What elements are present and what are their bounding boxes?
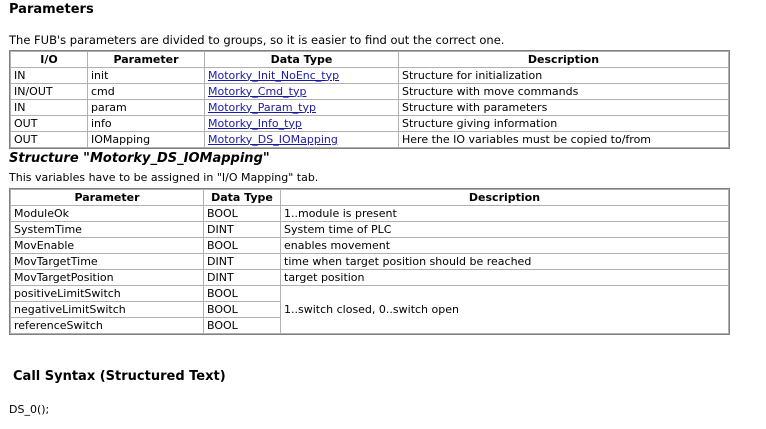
data-type-cell: BOOL	[203, 301, 281, 318]
table-row: IN init Motorky_Init_NoEnc_typ Structure…	[10, 67, 729, 84]
data-type-cell: DINT	[203, 221, 281, 238]
column-header-description: Description	[280, 189, 729, 206]
description-cell: enables movement	[280, 237, 729, 254]
description-cell: time when target position should be reac…	[280, 253, 729, 270]
data-type-cell: DINT	[203, 253, 281, 270]
parameter-cell: MovTargetPosition	[10, 269, 204, 286]
column-header-description: Description	[398, 51, 729, 68]
structure-intro: This variables have to be assigned in "I…	[9, 171, 319, 184]
merged-description-cell: 1..switch closed, 0..switch open	[280, 285, 729, 334]
description-cell: Structure for initialization	[398, 67, 729, 84]
structure-title: Structure "Motorky_DS_IOMapping"	[9, 151, 270, 166]
parameter-cell: MovEnable	[10, 237, 204, 254]
data-type-link[interactable]: Motorky_Init_NoEnc_typ	[208, 69, 339, 82]
data-type-link[interactable]: Motorky_Param_typ	[208, 101, 316, 114]
parameter-cell: info	[87, 115, 205, 132]
table-row: MovTargetPosition DINT target position	[10, 269, 729, 286]
table-row: SystemTime DINT System time of PLC	[10, 221, 729, 238]
call-syntax-heading: Call Syntax (Structured Text)	[13, 369, 226, 384]
parameters-intro: The FUB's parameters are divided to grou…	[9, 33, 505, 47]
description-cell: Structure giving information	[398, 115, 729, 132]
parameter-cell: SystemTime	[10, 221, 204, 238]
data-type-cell: BOOL	[203, 205, 281, 222]
column-header-parameter: Parameter	[10, 189, 204, 206]
table-header-row: Parameter Data Type Description	[10, 189, 729, 206]
parameter-cell: cmd	[87, 83, 205, 100]
description-cell: System time of PLC	[280, 221, 729, 238]
parameter-cell: param	[87, 99, 205, 116]
table-row: positiveLimitSwitch BOOL 1..switch close…	[10, 285, 729, 334]
parameter-cell: init	[87, 67, 205, 84]
parameters-heading: Parameters	[9, 2, 94, 17]
table-row: OUT IOMapping Motorky_DS_IOMapping Here …	[10, 131, 729, 148]
structure-table: Parameter Data Type Description ModuleOk…	[9, 188, 730, 335]
parameters-table: I/O Parameter Data Type Description IN i…	[9, 50, 730, 149]
parameter-cell: referenceSwitch	[10, 317, 204, 334]
data-type-cell: BOOL	[203, 285, 281, 302]
io-cell: OUT	[10, 131, 88, 148]
data-type-link[interactable]: Motorky_Info_typ	[208, 117, 302, 130]
description-cell: Here the IO variables must be copied to/…	[398, 131, 729, 148]
column-header-parameter: Parameter	[87, 51, 205, 68]
description-cell: 1..module is present	[280, 205, 729, 222]
parameter-cell: MovTargetTime	[10, 253, 204, 270]
data-type-cell: BOOL	[203, 237, 281, 254]
io-cell: IN/OUT	[10, 83, 88, 100]
table-row: MovTargetTime DINT time when target posi…	[10, 253, 729, 270]
data-type-cell: BOOL	[203, 317, 281, 334]
parameter-cell: positiveLimitSwitch	[10, 285, 204, 302]
data-type-link[interactable]: Motorky_DS_IOMapping	[208, 133, 338, 146]
data-type-link[interactable]: Motorky_Cmd_typ	[208, 85, 306, 98]
io-cell: OUT	[10, 115, 88, 132]
data-type-cell: DINT	[203, 269, 281, 286]
io-cell: IN	[10, 99, 88, 116]
table-row: IN param Motorky_Param_typ Structure wit…	[10, 99, 729, 116]
parameter-cell: negativeLimitSwitch	[10, 301, 204, 318]
table-row: IN/OUT cmd Motorky_Cmd_typ Structure wit…	[10, 83, 729, 100]
table-row: MovEnable BOOL enables movement	[10, 237, 729, 254]
column-header-data-type: Data Type	[203, 189, 281, 206]
parameter-cell: IOMapping	[87, 131, 205, 148]
column-header-data-type: Data Type	[204, 51, 399, 68]
description-cell: Structure with move commands	[398, 83, 729, 100]
table-header-row: I/O Parameter Data Type Description	[10, 51, 729, 68]
table-row: OUT info Motorky_Info_typ Structure givi…	[10, 115, 729, 132]
table-row: ModuleOk BOOL 1..module is present	[10, 205, 729, 222]
call-syntax-code: DS_0();	[9, 403, 50, 416]
io-cell: IN	[10, 67, 88, 84]
parameter-cell: ModuleOk	[10, 205, 204, 222]
description-cell: Structure with parameters	[398, 99, 729, 116]
column-header-io: I/O	[10, 51, 88, 68]
description-cell: target position	[280, 269, 729, 286]
